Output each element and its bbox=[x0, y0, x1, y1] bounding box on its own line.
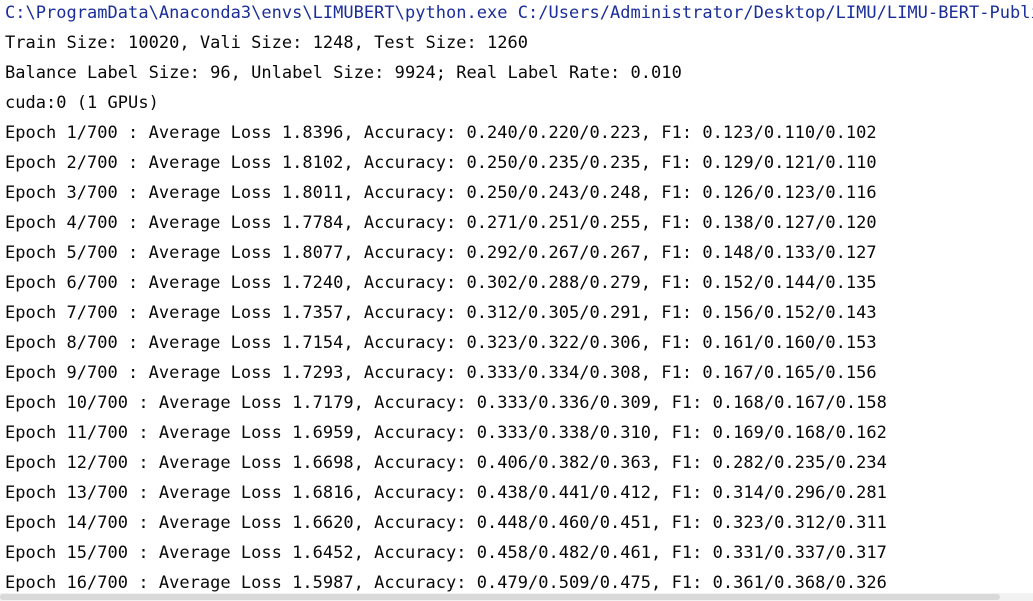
console-line: Epoch 7/700 : Average Loss 1.7357, Accur… bbox=[5, 303, 877, 323]
console-line: Train Size: 10020, Vali Size: 1248, Test… bbox=[5, 33, 528, 53]
console-line: Epoch 13/700 : Average Loss 1.6816, Accu… bbox=[5, 483, 887, 503]
console-line: Epoch 6/700 : Average Loss 1.7240, Accur… bbox=[5, 273, 877, 293]
console-line: Epoch 2/700 : Average Loss 1.8102, Accur… bbox=[5, 153, 877, 173]
console-line: Epoch 11/700 : Average Loss 1.6959, Accu… bbox=[5, 423, 887, 443]
horizontal-scrollbar[interactable] bbox=[0, 593, 1033, 601]
console-line: Epoch 10/700 : Average Loss 1.7179, Accu… bbox=[5, 393, 887, 413]
console-line: Epoch 15/700 : Average Loss 1.6452, Accu… bbox=[5, 543, 887, 563]
console-line: Epoch 1/700 : Average Loss 1.8396, Accur… bbox=[5, 123, 877, 143]
console-line: Epoch 12/700 : Average Loss 1.6698, Accu… bbox=[5, 453, 887, 473]
console-line: Epoch 14/700 : Average Loss 1.6620, Accu… bbox=[5, 513, 887, 533]
console-line: Epoch 5/700 : Average Loss 1.8077, Accur… bbox=[5, 243, 877, 263]
console-line: Epoch 8/700 : Average Loss 1.7154, Accur… bbox=[5, 333, 877, 353]
console-command-line: C:\ProgramData\Anaconda3\envs\LIMUBERT\p… bbox=[5, 3, 1033, 23]
console-line: Balance Label Size: 96, Unlabel Size: 99… bbox=[5, 63, 682, 83]
console-line: Epoch 3/700 : Average Loss 1.8011, Accur… bbox=[5, 183, 877, 203]
console-line: Epoch 9/700 : Average Loss 1.7293, Accur… bbox=[5, 363, 877, 383]
scrollbar-thumb[interactable] bbox=[0, 594, 1000, 600]
console-output: C:\ProgramData\Anaconda3\envs\LIMUBERT\p… bbox=[0, 0, 1033, 601]
console-line: Epoch 4/700 : Average Loss 1.7784, Accur… bbox=[5, 213, 877, 233]
console-line: cuda:0 (1 GPUs) bbox=[5, 93, 159, 113]
